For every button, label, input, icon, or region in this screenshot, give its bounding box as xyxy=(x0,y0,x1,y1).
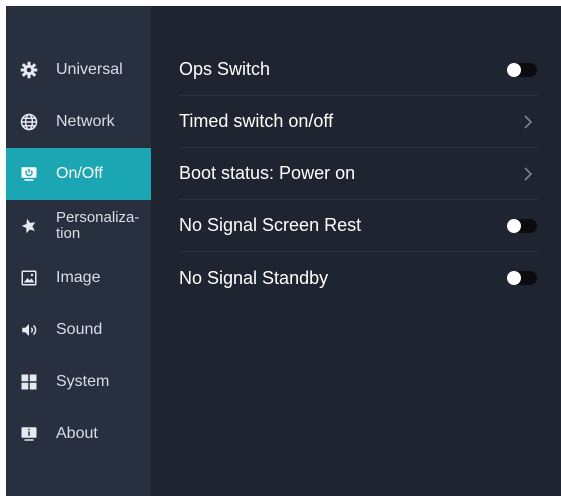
no-signal-screen-rest-label: No Signal Screen Rest xyxy=(179,215,362,235)
sidebar-item-about[interactable]: About xyxy=(6,408,151,460)
info-monitor-icon xyxy=(18,423,40,445)
sidebar-item-personalization[interactable]: Personaliza-tion xyxy=(6,200,151,252)
grid-icon xyxy=(18,371,40,393)
sidebar-item-universal[interactable]: Universal xyxy=(6,44,151,96)
star-icon xyxy=(18,215,40,237)
no-signal-screen-rest-row[interactable]: No Signal Screen Rest xyxy=(179,200,537,252)
gear-icon xyxy=(18,59,40,81)
sidebar-item-label: Image xyxy=(56,269,101,286)
ops-switch-row[interactable]: Ops Switch xyxy=(179,44,537,96)
sidebar-item-system[interactable]: System xyxy=(6,356,151,408)
sidebar-item-label: System xyxy=(56,373,110,390)
power-monitor-icon xyxy=(18,163,40,185)
globe-icon xyxy=(18,111,40,133)
boot-status-label: Boot status: Power on xyxy=(179,163,356,183)
sidebar: Universal Network On/Off Personaliza-tio… xyxy=(6,6,151,496)
settings-window: Universal Network On/Off Personaliza-tio… xyxy=(6,6,561,496)
ops-switch-toggle[interactable] xyxy=(507,62,537,77)
sidebar-item-label: Network xyxy=(56,113,115,130)
image-icon xyxy=(18,267,40,289)
boot-status-row[interactable]: Boot status: Power on xyxy=(179,148,537,200)
no-signal-standby-label: No Signal Standby xyxy=(179,267,329,288)
settings-panel: Ops Switch Timed switch on/off Boot stat… xyxy=(151,6,561,496)
no-signal-standby-row[interactable]: No Signal Standby xyxy=(179,252,537,304)
sidebar-item-label: Personaliza-tion xyxy=(56,209,140,242)
sidebar-item-label: Sound xyxy=(56,321,103,338)
sidebar-item-label: About xyxy=(56,425,98,442)
speaker-icon xyxy=(18,319,40,341)
ops-switch-label: Ops Switch xyxy=(179,59,271,79)
toggle-knob xyxy=(507,218,521,233)
sidebar-item-network[interactable]: Network xyxy=(6,96,151,148)
chevron-right-icon xyxy=(521,114,535,129)
sidebar-item-label: Universal xyxy=(56,61,123,78)
chevron-right-icon xyxy=(521,166,535,181)
timed-switch-row[interactable]: Timed switch on/off xyxy=(179,96,537,148)
toggle-knob xyxy=(507,62,521,77)
sidebar-item-sound[interactable]: Sound xyxy=(6,304,151,356)
sidebar-item-label: On/Off xyxy=(56,165,103,182)
sidebar-item-on-off[interactable]: On/Off xyxy=(6,148,151,200)
no-signal-screen-rest-toggle[interactable] xyxy=(507,218,537,233)
no-signal-standby-toggle[interactable] xyxy=(507,271,537,285)
sidebar-item-image[interactable]: Image xyxy=(6,252,151,304)
toggle-knob xyxy=(507,271,521,285)
timed-switch-label: Timed switch on/off xyxy=(179,111,334,131)
